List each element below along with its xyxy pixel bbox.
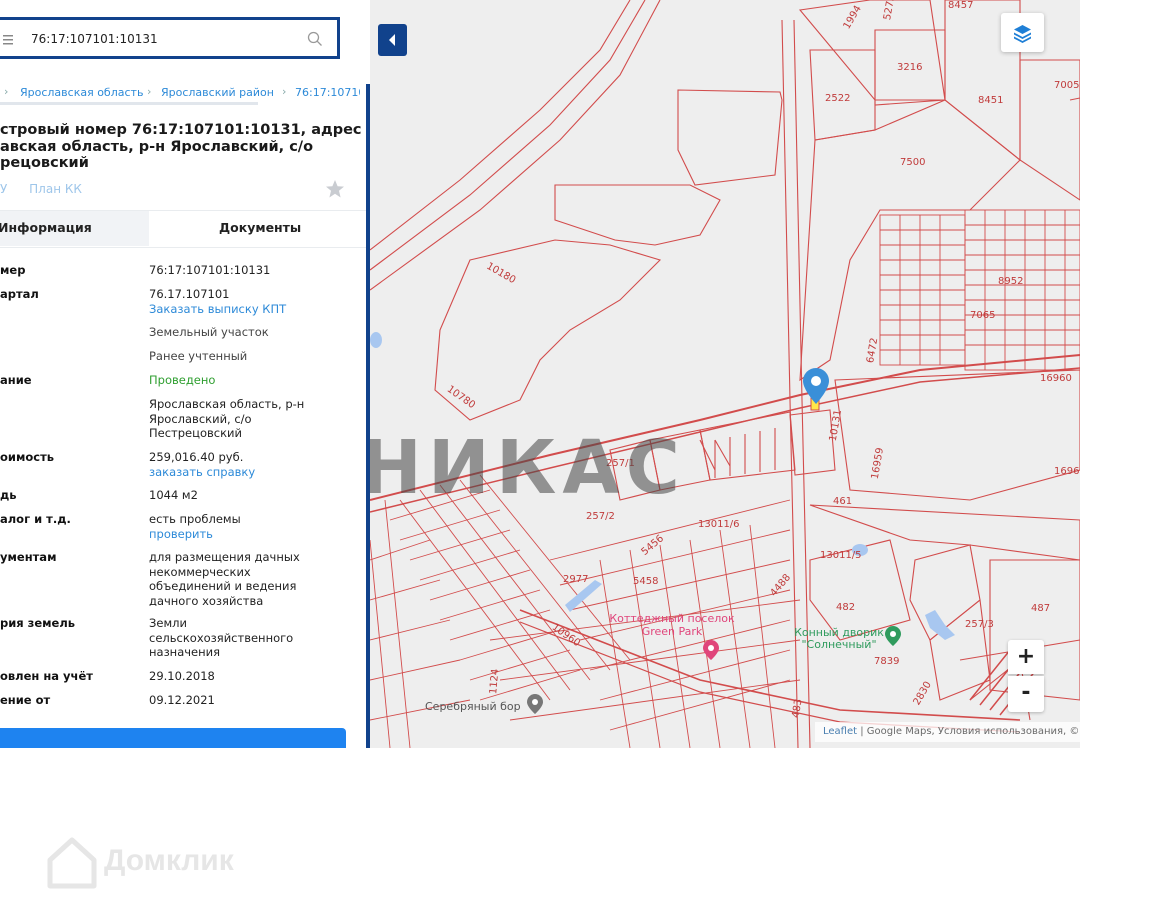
map[interactable]: 1994 5273 8457 3216 7005 2522 8451 7500 … — [370, 0, 1080, 748]
row-label-quarter: артал — [0, 287, 39, 301]
tab-documents-label: Документы — [219, 220, 302, 235]
layers-button[interactable] — [1001, 13, 1044, 52]
title-line: стровый номер 76:17:107101:10131, адрес — [0, 122, 362, 138]
search-input[interactable]: 76:17:107101:10131 — [0, 17, 340, 59]
watermark-text: НИКАС — [370, 425, 686, 511]
row-value-number: 76:17:107101:10131 — [149, 263, 271, 277]
row-value-encumbrance: есть проблемы проверить — [149, 512, 349, 541]
row-value-status: Ранее учтенный — [149, 349, 248, 363]
breadcrumb: › Ярославская область › Ярославский райо… — [0, 85, 360, 103]
parcel-label: 257/2 — [586, 511, 615, 522]
breadcrumb-item-quarter[interactable]: 76:17:10710 — [295, 86, 360, 99]
row-value-quarter: 76.17.107101 Заказать выписку КПТ — [149, 287, 349, 316]
plan-kk-link[interactable]: План КК — [29, 182, 82, 196]
parcel-label: 5458 — [633, 576, 659, 587]
tab-documents[interactable]: Документы — [149, 211, 366, 246]
row-value-area: 1044 м2 — [149, 488, 198, 502]
parcel-label: 16960 — [1040, 373, 1072, 384]
check-link[interactable]: проверить — [149, 527, 349, 542]
row-label-survey: ание — [0, 373, 32, 387]
parcel-label: 487 — [1031, 603, 1051, 614]
breadcrumb-separator: › — [282, 85, 287, 98]
link-left[interactable]: У — [0, 182, 7, 196]
parcel-label: 8451 — [978, 95, 1004, 106]
cost-value: 259,016.40 руб. — [149, 450, 244, 464]
page-title: стровый номер 76:17:107101:10131, адрес … — [0, 122, 362, 172]
parcel-label: 7500 — [900, 157, 926, 168]
domclick-text: Домклик — [104, 844, 234, 877]
parcel-label: 13011/6 — [698, 519, 740, 530]
row-value-survey: Проведено — [149, 373, 216, 387]
info-panel: 76:17:107101:10131 › Ярославская область… — [0, 0, 370, 748]
zoom-in-button[interactable]: + — [1008, 640, 1044, 674]
breadcrumb-scrollbar[interactable] — [0, 102, 258, 105]
row-value-cost: 259,016.40 руб. заказать справку — [149, 450, 349, 479]
row-value-permitted-use: для размещения дачных некоммерческих объ… — [149, 550, 300, 606]
parcel-label: 1124 — [488, 668, 502, 695]
action-links: У План КК — [0, 182, 82, 196]
parcel-label: 7065 — [970, 310, 996, 321]
row-label-area: дь — [0, 488, 17, 502]
search-icon[interactable] — [307, 31, 323, 51]
leaflet-link[interactable]: Leaflet — [823, 726, 857, 737]
layers-icon — [1014, 25, 1031, 43]
row-value-address: Ярославская область, р-н Ярославский, с/… — [149, 397, 305, 440]
breadcrumb-item-district[interactable]: Ярославский район — [161, 86, 274, 99]
tab-information-label: Информация — [0, 220, 92, 235]
row-value-type: Земельный участок — [149, 325, 269, 339]
encumbrance-value: есть проблемы — [149, 512, 241, 526]
poi-label-green-park[interactable]: Коттеджный поселок Green Park — [602, 612, 742, 638]
watermark: НИКАС — [370, 420, 830, 511]
row-label-permitted-use: ументам — [0, 550, 57, 564]
parcel-label: 7839 — [874, 656, 900, 667]
parcel-label: 8952 — [998, 276, 1024, 287]
parcel-label: 8457 — [948, 0, 974, 11]
breadcrumb-separator: › — [4, 85, 9, 98]
breadcrumb-separator: › — [147, 85, 152, 98]
menu-icon[interactable] — [3, 32, 13, 51]
parcel-label: 461 — [833, 496, 853, 507]
title-line: рецовский — [0, 155, 89, 171]
order-certificate-link[interactable]: заказать справку — [149, 465, 349, 480]
row-value-registered: 29.10.2018 — [149, 669, 215, 683]
star-icon[interactable] — [325, 179, 345, 203]
attribution-text: | Google Maps, Условия использования, © — [857, 726, 1080, 737]
row-label-updated: ение от — [0, 693, 51, 707]
tabs: Информация Документы — [0, 210, 366, 248]
parcel-label: 2977 — [563, 574, 589, 585]
map-attribution: Leaflet | Google Maps, Условия использов… — [815, 722, 1080, 742]
poi-label-horse-yard[interactable]: Конный дворик "Солнечный" — [784, 627, 894, 651]
row-label-land-category: рия земель — [0, 616, 76, 630]
quarter-value: 76.17.107101 — [149, 287, 230, 301]
parcel-label: 257/3 — [965, 619, 994, 630]
primary-action-button[interactable] — [0, 728, 346, 748]
parcel-label: 16960 — [1054, 466, 1080, 477]
domclick-logo: Домклик — [46, 836, 286, 890]
chevron-left-icon — [389, 34, 395, 46]
parcel-label: 7005 — [1054, 80, 1080, 91]
row-label-number: мер — [0, 263, 26, 277]
breadcrumb-item-region[interactable]: Ярославская область — [20, 86, 143, 99]
tab-information[interactable]: Информация — [0, 211, 149, 246]
parcel-label: 13011/5 — [820, 550, 862, 561]
title-line: авская область, р-н Ярославский, с/о — [0, 138, 314, 155]
order-kpt-link[interactable]: Заказать выписку КПТ — [149, 302, 349, 317]
parcel-label: 2522 — [825, 93, 851, 104]
collapse-panel-button[interactable] — [378, 24, 407, 56]
row-value-land-category: Земли сельскохозяйственного назначения — [149, 616, 294, 659]
zoom-out-button[interactable]: - — [1008, 676, 1044, 712]
row-label-cost: оимость — [0, 450, 55, 464]
row-label-registered: овлен на учёт — [0, 669, 93, 683]
row-value-updated: 09.12.2021 — [149, 693, 215, 707]
domclick-house-icon — [47, 837, 97, 889]
poi-label-serebryany-bor[interactable]: Серебряный бор — [425, 700, 521, 713]
parcel-label: 3216 — [897, 62, 923, 73]
parcel-label: 482 — [836, 602, 856, 613]
search-value: 76:17:107101:10131 — [31, 32, 158, 46]
row-label-encumbrance: алог и т.д. — [0, 512, 71, 526]
